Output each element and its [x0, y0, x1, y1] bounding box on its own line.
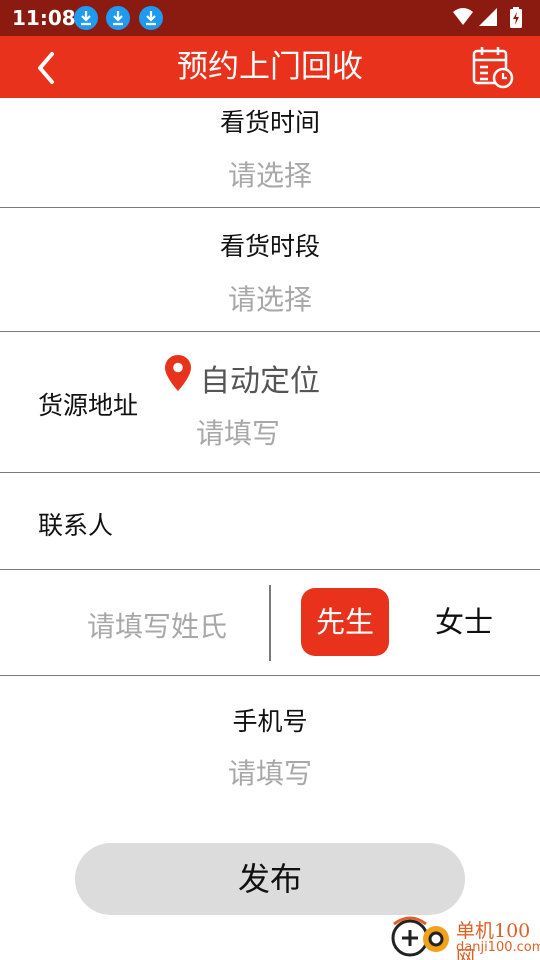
mr-option-button[interactable]: 先生	[301, 588, 389, 656]
page-title: 预约上门回收	[177, 49, 363, 85]
address-input[interactable]: 请填写	[196, 412, 280, 452]
divider	[0, 331, 540, 332]
watermark: 单机100网 danji100.com	[390, 914, 540, 960]
divider	[0, 472, 540, 473]
contact-label: 联系人	[38, 511, 114, 540]
view-period-picker[interactable]: 请选择	[0, 278, 540, 318]
watermark-logo-icon	[391, 916, 449, 957]
chevron-left-icon	[38, 52, 54, 84]
view-period-label: 看货时段	[219, 232, 320, 261]
view-time-label: 看货时间	[219, 108, 320, 137]
schedule-calendar-button[interactable]	[472, 45, 514, 89]
vertical-divider	[269, 585, 271, 661]
back-button[interactable]	[28, 48, 68, 88]
status-time: 11:08	[12, 6, 76, 30]
view-time-picker[interactable]: 请选择	[0, 154, 540, 194]
signal-icon	[479, 8, 497, 26]
wifi-icon	[453, 8, 473, 25]
status-bar: 11:08	[0, 0, 540, 36]
ms-option-button[interactable]: 女士	[420, 588, 508, 656]
download-icon	[106, 6, 130, 30]
address-label: 货源地址	[38, 391, 139, 420]
auto-locate-button[interactable]: 自动定位	[200, 356, 320, 400]
phone-input[interactable]: 请填写	[0, 752, 540, 792]
calendar-clock-icon	[472, 47, 514, 89]
divider	[0, 569, 540, 570]
divider	[0, 207, 540, 208]
divider	[0, 675, 540, 676]
watermark-url: danji100.com	[456, 940, 540, 955]
publish-button[interactable]: 发布	[75, 843, 465, 915]
system-status-icons	[453, 7, 522, 28]
location-pin-icon[interactable]	[165, 355, 191, 391]
download-icon	[139, 6, 163, 30]
app-bar: 预约上门回收	[0, 36, 540, 98]
surname-input[interactable]: 请填写姓氏	[87, 605, 227, 645]
download-icon	[74, 6, 98, 30]
phone-label: 手机号	[232, 707, 308, 736]
